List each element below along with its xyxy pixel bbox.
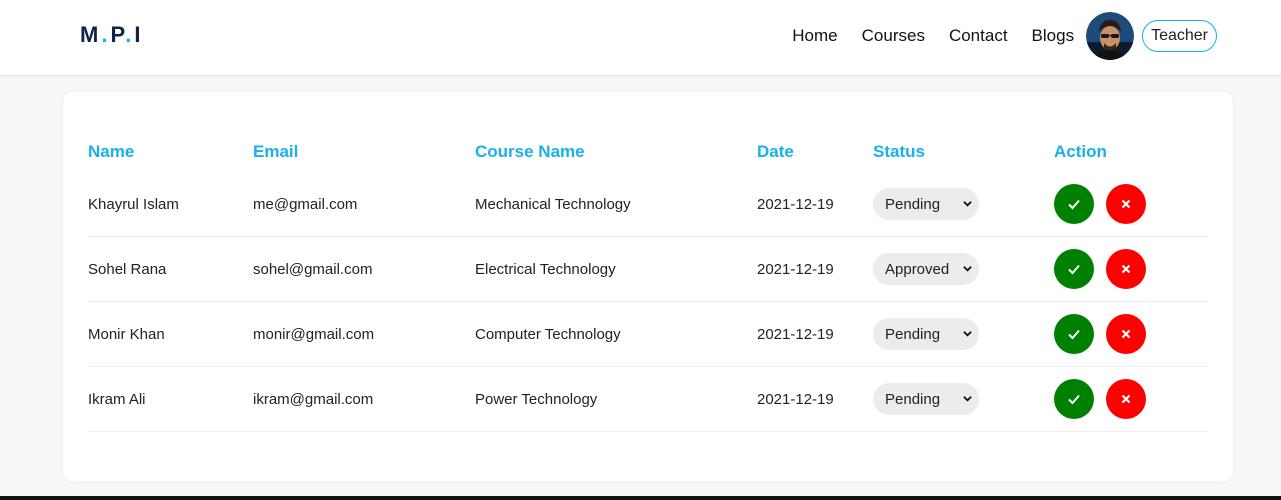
user-avatar-image <box>1086 12 1135 60</box>
nav-link-courses[interactable]: Courses <box>862 26 925 46</box>
cell-date: 2021-12-19 <box>757 172 873 237</box>
close-icon <box>1121 264 1131 274</box>
chevron-down-icon <box>963 266 972 272</box>
approve-button[interactable] <box>1054 379 1094 419</box>
cell-course: Electrical Technology <box>475 236 757 302</box>
cell-status: Pending <box>873 301 1054 367</box>
teacher-button[interactable]: Teacher <box>1142 20 1217 52</box>
chevron-down-icon <box>963 201 972 207</box>
cell-course: Power Technology <box>475 366 757 432</box>
header-email: Email <box>253 142 299 161</box>
status-select[interactable]: Pending <box>873 318 979 350</box>
status-select[interactable]: Pending <box>873 188 979 220</box>
header-action: Action <box>1054 142 1107 161</box>
cell-action <box>1054 172 1208 237</box>
logo-letter-m: M <box>80 22 102 47</box>
table-row: Monir Khan monir@gmail.com Computer Tech… <box>88 301 1208 367</box>
table-row: Khayrul Islam me@gmail.com Mechanical Te… <box>88 172 1208 237</box>
table-row: Sohel Rana sohel@gmail.com Electrical Te… <box>88 236 1208 302</box>
check-icon <box>1068 394 1080 405</box>
cell-email: ikram@gmail.com <box>253 366 475 432</box>
cell-name: Khayrul Islam <box>88 172 253 237</box>
reject-button[interactable] <box>1106 184 1146 224</box>
status-value: Pending <box>885 390 941 408</box>
cell-course: Mechanical Technology <box>475 172 757 237</box>
avatar[interactable] <box>1086 12 1135 60</box>
logo[interactable]: M.P.I <box>80 22 144 48</box>
enrollment-table: Name Email Course Name Date Status Actio… <box>88 132 1208 432</box>
nav-link-home[interactable]: Home <box>792 26 837 46</box>
table-header-row: Name Email Course Name Date Status Actio… <box>88 132 1208 172</box>
chevron-down-icon <box>963 331 972 337</box>
status-select[interactable]: Pending <box>873 383 979 415</box>
cell-action <box>1054 366 1208 432</box>
table-row: Ikram Ali ikram@gmail.com Power Technolo… <box>88 366 1208 432</box>
approve-button[interactable] <box>1054 314 1094 354</box>
status-value: Pending <box>885 195 941 213</box>
check-icon <box>1068 329 1080 340</box>
status-value: Pending <box>885 325 941 343</box>
reject-button[interactable] <box>1106 314 1146 354</box>
logo-letter-p: P <box>110 22 126 47</box>
header-course-name: Course Name <box>475 142 585 161</box>
header-status: Status <box>873 142 925 161</box>
cell-course: Computer Technology <box>475 301 757 367</box>
header-name: Name <box>88 142 135 161</box>
close-icon <box>1121 199 1131 209</box>
cell-email: monir@gmail.com <box>253 301 475 367</box>
close-icon <box>1121 329 1131 339</box>
check-icon <box>1068 199 1080 210</box>
approve-button[interactable] <box>1054 184 1094 224</box>
status-value: Approved <box>885 260 950 278</box>
cell-date: 2021-12-19 <box>757 236 873 302</box>
enrollment-card: Name Email Course Name Date Status Actio… <box>63 92 1233 481</box>
header-date: Date <box>757 142 794 161</box>
cell-date: 2021-12-19 <box>757 366 873 432</box>
logo-letter-i: I <box>134 22 144 47</box>
reject-button[interactable] <box>1106 249 1146 289</box>
navbar: M.P.I Home Courses Contact Blogs Teacher <box>0 0 1281 76</box>
reject-button[interactable] <box>1106 379 1146 419</box>
cell-name: Ikram Ali <box>88 366 253 432</box>
cell-email: sohel@gmail.com <box>253 236 475 302</box>
bottom-bar <box>0 496 1281 500</box>
status-select[interactable]: Approved <box>873 253 979 285</box>
cell-action <box>1054 301 1208 367</box>
approve-button[interactable] <box>1054 249 1094 289</box>
cell-name: Monir Khan <box>88 301 253 367</box>
nav-link-contact[interactable]: Contact <box>949 26 1008 46</box>
nav-links: Home Courses Contact Blogs Teacher <box>792 11 1217 61</box>
close-icon <box>1121 394 1131 404</box>
cell-status: Approved <box>873 236 1054 302</box>
chevron-down-icon <box>963 396 972 402</box>
cell-name: Sohel Rana <box>88 236 253 302</box>
cell-date: 2021-12-19 <box>757 301 873 367</box>
cell-email: me@gmail.com <box>253 172 475 237</box>
cell-action <box>1054 236 1208 302</box>
cell-status: Pending <box>873 366 1054 432</box>
check-icon <box>1068 264 1080 275</box>
cell-status: Pending <box>873 172 1054 237</box>
nav-link-blogs[interactable]: Blogs <box>1032 26 1075 46</box>
